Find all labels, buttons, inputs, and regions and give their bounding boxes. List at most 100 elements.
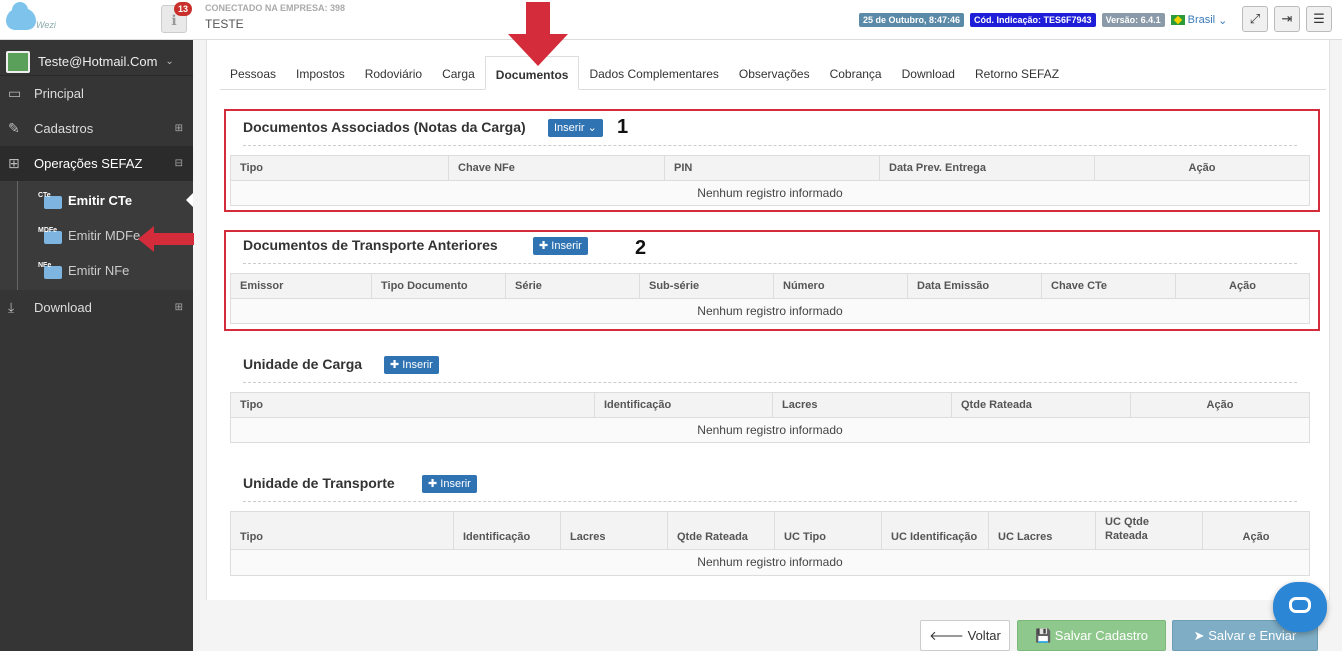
insert-button[interactable]: ✚ Inserir xyxy=(384,356,439,374)
windows-icon: ⊞ xyxy=(8,155,20,171)
hamburger-icon: ☰ xyxy=(1313,11,1325,26)
logout-icon: ⇥ xyxy=(1281,11,1293,26)
sidebar-item-download[interactable]: ⤓ Download ⊞ xyxy=(0,290,193,325)
grid-unidade-transporte: Tipo Identificação Lacres Qtde Rateada U… xyxy=(230,511,1310,576)
laptop-icon: ▭ xyxy=(8,85,22,101)
annotation-number-1: 1 xyxy=(617,116,629,138)
sidebar-item-label: Emitir CTe xyxy=(68,193,133,208)
annotation-arrow-down xyxy=(508,2,568,66)
date-badge: 25 de Outubro, 8:47:46 xyxy=(859,13,965,27)
expand-icon: ⤢ xyxy=(1249,11,1261,26)
col-header[interactable]: UC Tipo xyxy=(775,512,882,549)
col-header[interactable]: Tipo xyxy=(231,393,595,417)
active-caret-icon xyxy=(186,193,193,207)
version-badge: Versão: 6.4.1 xyxy=(1101,13,1165,27)
language-label: Brasil xyxy=(1187,14,1216,26)
cte-icon: CTe xyxy=(38,192,64,210)
tab-cobranca[interactable]: Cobrança xyxy=(820,56,892,90)
expand-icon: ⊞ xyxy=(174,302,183,313)
annotation-number-2: 2 xyxy=(635,237,647,259)
brazil-flag-icon xyxy=(1170,15,1185,25)
divider xyxy=(243,382,1297,383)
tab-bar: Pessoas Impostos Rodoviário Carga Docume… xyxy=(220,56,1326,90)
sidebar-item-label: Download xyxy=(34,300,92,315)
col-header[interactable]: Lacres xyxy=(561,512,668,549)
sidebar-item-label: Emitir MDFe xyxy=(68,228,141,243)
notification-count-badge: 13 xyxy=(174,2,193,16)
chat-widget-button[interactable] xyxy=(1273,582,1327,632)
user-menu[interactable]: Teste@Hotmail.Com ⌄ xyxy=(0,40,193,76)
grid-header: Tipo Identificação Lacres Qtde Rateada A… xyxy=(231,393,1309,418)
language-selector[interactable]: Brasil ⌄ xyxy=(1170,14,1228,27)
col-header[interactable]: UC Lacres xyxy=(989,512,1096,549)
chat-bubble-icon xyxy=(1289,597,1311,613)
edit-icon: ✎ xyxy=(8,120,20,136)
section-unidade-carga: Unidade de Carga ✚ Inserir Tipo Identifi… xyxy=(230,348,1310,458)
company-label: CONECTADO NA EMPRESA: 398 xyxy=(205,3,346,13)
send-icon: ➤ xyxy=(1193,628,1205,643)
save-icon: 💾 xyxy=(1034,628,1052,643)
collapse-icon: ⊟ xyxy=(174,158,183,169)
sidebar-item-label: Principal xyxy=(34,86,84,101)
sidebar: Teste@Hotmail.Com ⌄ ▭ Principal ✎ Cadast… xyxy=(0,40,193,651)
col-header[interactable]: UC Qtde Rateada xyxy=(1096,512,1203,549)
chevron-down-icon: ⌄ xyxy=(1218,14,1228,27)
annotation-arrow-left xyxy=(138,226,194,252)
cloud-logo-icon xyxy=(6,2,36,30)
col-header[interactable]: Identificação xyxy=(454,512,561,549)
logout-button[interactable]: ⇥ xyxy=(1274,6,1300,32)
menu-button[interactable]: ☰ xyxy=(1306,6,1332,32)
save-button[interactable]: 💾 Salvar Cadastro xyxy=(1017,620,1166,651)
col-header[interactable]: Qtde Rateada xyxy=(952,393,1131,417)
chevron-down-icon: ⌄ xyxy=(165,56,174,67)
col-header[interactable]: Tipo xyxy=(231,512,454,549)
header-tags: 25 de Outubro, 8:47:46 Cód. Indicação: T… xyxy=(859,13,1227,27)
tab-rodoviario[interactable]: Rodoviário xyxy=(355,56,432,90)
section-unidade-transporte: Unidade de Transporte ✚ Inserir Tipo Ide… xyxy=(230,467,1310,597)
arrow-left-icon: 🡐 xyxy=(929,628,964,643)
tab-download[interactable]: Download xyxy=(892,56,965,90)
logo-text: Wezi xyxy=(36,20,56,30)
sidebar-item-label: Cadastros xyxy=(34,121,94,136)
back-button[interactable]: 🡐 Voltar xyxy=(920,620,1010,651)
indicacao-badge: Cód. Indicação: TES6F7943 xyxy=(970,13,1096,27)
section-title: Unidade de Transporte xyxy=(243,475,395,491)
tab-pessoas[interactable]: Pessoas xyxy=(220,56,286,90)
grid-unidade-carga: Tipo Identificação Lacres Qtde Rateada A… xyxy=(230,392,1310,443)
section-title: Unidade de Carga xyxy=(243,356,363,372)
sidebar-item-operacoes-sefaz[interactable]: ⊞ Operações SEFAZ ⊟ xyxy=(0,146,193,181)
annotation-box-1 xyxy=(224,109,1320,212)
nfe-icon: NFe xyxy=(38,262,64,280)
sidebar-item-principal[interactable]: ▭ Principal xyxy=(0,76,193,111)
annotation-box-2 xyxy=(224,230,1320,331)
col-header[interactable]: Lacres xyxy=(773,393,952,417)
company-name: TESTE xyxy=(205,17,244,31)
plus-icon: ✚ xyxy=(428,478,438,490)
avatar xyxy=(6,50,30,73)
top-bar: Wezi ℹ 13 CONECTADO NA EMPRESA: 398 TEST… xyxy=(0,0,1342,40)
insert-button[interactable]: ✚ Inserir xyxy=(422,475,477,493)
plus-icon: ✚ xyxy=(390,359,400,371)
col-header[interactable]: Identificação xyxy=(595,393,773,417)
col-header[interactable]: UC Identificação xyxy=(882,512,989,549)
tab-retorno-sefaz[interactable]: Retorno SEFAZ xyxy=(965,56,1069,90)
app-logo[interactable]: Wezi xyxy=(6,2,58,34)
col-header: Ação xyxy=(1206,399,1234,411)
notifications-button[interactable]: ℹ 13 xyxy=(161,2,193,33)
tab-carga[interactable]: Carga xyxy=(432,56,485,90)
sidebar-item-emitir-cte[interactable]: CTe Emitir CTe xyxy=(0,183,193,218)
sidebar-item-emitir-nfe[interactable]: NFe Emitir NFe xyxy=(0,253,193,288)
sidebar-item-label: Operações SEFAZ xyxy=(34,156,143,171)
divider xyxy=(243,501,1297,502)
tab-dados-complementares[interactable]: Dados Complementares xyxy=(579,56,728,90)
mdfe-icon: MDFe xyxy=(38,227,64,245)
download-icon: ⤓ xyxy=(8,299,15,315)
col-header: Ação xyxy=(1242,531,1270,543)
sidebar-item-cadastros[interactable]: ✎ Cadastros ⊞ xyxy=(0,111,193,146)
user-email: Teste@Hotmail.Com xyxy=(38,54,158,69)
tab-impostos[interactable]: Impostos xyxy=(286,56,355,90)
fullscreen-button[interactable]: ⤢ xyxy=(1242,6,1268,32)
expand-icon: ⊞ xyxy=(174,123,183,134)
col-header[interactable]: Qtde Rateada xyxy=(668,512,775,549)
tab-observacoes[interactable]: Observações xyxy=(729,56,820,90)
